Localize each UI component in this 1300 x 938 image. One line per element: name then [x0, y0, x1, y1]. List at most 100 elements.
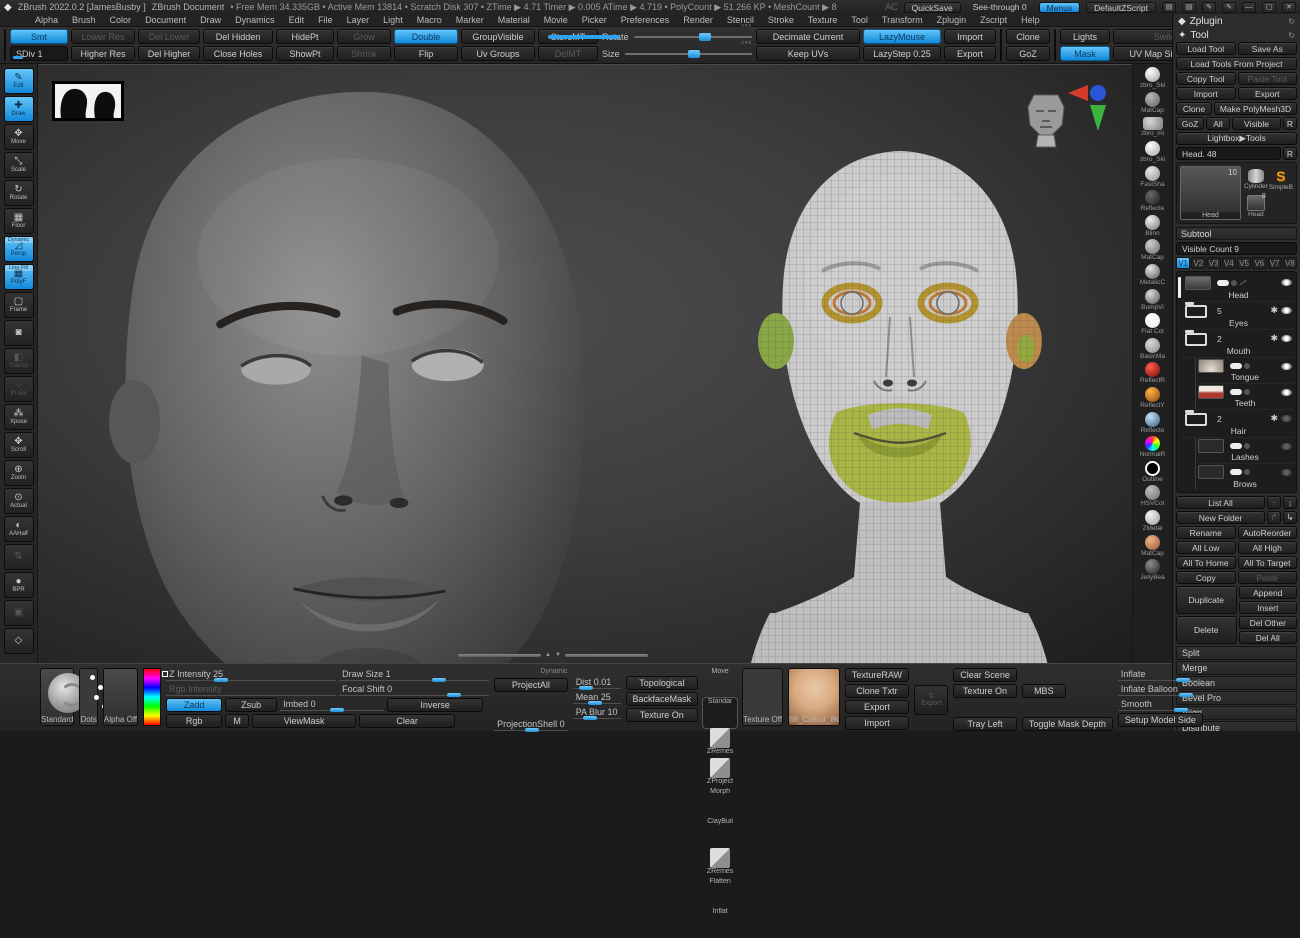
menu-render[interactable]: Render	[676, 15, 720, 25]
hidept-button[interactable]: HidePt	[276, 29, 334, 44]
window-minimize-icon[interactable]: —	[1242, 2, 1256, 13]
goz-button[interactable]: GoZ	[1176, 117, 1204, 130]
del-all-button[interactable]: Del All	[1239, 631, 1298, 644]
menu-draw[interactable]: Draw	[193, 15, 228, 25]
material-zbro-mi[interactable]: zbro_mi	[1134, 115, 1172, 140]
shelf-persp[interactable]: Dynamic◿Persp	[4, 236, 34, 262]
gear-icon[interactable]: ✱	[1270, 333, 1278, 344]
zsub-button[interactable]: Zsub	[225, 698, 277, 712]
subtool-row-lashes[interactable]: Lashes	[1195, 438, 1294, 464]
projectall-button[interactable]: ProjectAll	[494, 678, 568, 692]
material-blinn[interactable]: Blinn	[1134, 214, 1172, 239]
clone-button[interactable]: Clone	[1006, 29, 1050, 44]
menu-preferences[interactable]: Preferences	[614, 15, 677, 25]
gear-icon[interactable]: ✱	[1270, 413, 1278, 424]
r-button[interactable]: R	[1283, 117, 1297, 130]
menu-macro[interactable]: Macro	[410, 15, 449, 25]
copy-tool-button[interactable]: Copy Tool	[1176, 72, 1236, 85]
imbed-slider[interactable]: Imbed 0	[280, 698, 384, 711]
smt-button[interactable]: Smt	[10, 29, 68, 44]
axis-gizmo[interactable]	[1068, 83, 1114, 133]
material-reflecty[interactable]: ReflectY	[1134, 386, 1172, 411]
brush-move[interactable]: Move	[703, 668, 737, 698]
projection-shell-slider[interactable]: ProjectionShell 0	[494, 718, 568, 731]
lightbox-tools-button[interactable]: Lightbox▶Tools	[1176, 132, 1297, 145]
move-up-icon[interactable]: ↑	[1267, 496, 1281, 509]
setup-model-side-button[interactable]: Setup Model Side	[1118, 713, 1203, 727]
visibility-eye-icon[interactable]	[1281, 307, 1292, 314]
menu-light[interactable]: Light	[376, 15, 410, 25]
menus-button[interactable]: Menus	[1039, 2, 1081, 13]
document-preview-thumbnail[interactable]	[52, 81, 124, 121]
zapplink-button[interactable]: ZAppLink◢	[1000, 29, 1002, 61]
shelf-transp[interactable]: ◧Transp	[4, 348, 34, 374]
import-texture-button[interactable]: Import	[845, 716, 909, 730]
shelf-bpr[interactable]: ●BPR	[4, 572, 34, 598]
lazymouse-button[interactable]: LazyMouse	[863, 29, 941, 44]
del-higher-button[interactable]: Del Higher	[138, 46, 200, 61]
shelf-ptsel[interactable]: ⁘Pt Sel	[4, 376, 34, 402]
color-picker[interactable]	[143, 668, 161, 726]
menu-file[interactable]: File	[311, 15, 340, 25]
see-through-slider[interactable]: See-through 0	[967, 2, 1033, 12]
quicksave-button[interactable]: QuickSave	[904, 2, 961, 13]
new-folder-button[interactable]: New Folder	[1176, 511, 1265, 524]
material-zbro-ski[interactable]: zbro_Ski	[1134, 66, 1172, 91]
menu-dynamics[interactable]: Dynamics	[228, 15, 282, 25]
visibility-eye-icon[interactable]	[1281, 443, 1292, 450]
tool-header[interactable]: ✦ Tool ↻	[1176, 28, 1297, 42]
shelf-floor[interactable]: ▦Floor	[4, 208, 34, 234]
shrink-button[interactable]: Shrink	[337, 46, 391, 61]
load-tool-button[interactable]: Load Tool	[1176, 42, 1236, 55]
material-matcap[interactable]: MatCap	[1134, 533, 1172, 558]
visible-button[interactable]: Visible	[1232, 117, 1281, 130]
window-close-icon[interactable]: ✕	[1282, 2, 1296, 13]
make-polymesh3d-button[interactable]: Make PolyMesh3D	[1214, 102, 1297, 115]
mask-button[interactable]: Mask	[1060, 46, 1110, 61]
simplebrush-tool[interactable]: SSimpleB	[1269, 166, 1293, 193]
load-tools-from-project-button[interactable]: Load Tools From Project	[1176, 57, 1297, 70]
subtool-row-head[interactable]: Head	[1183, 274, 1294, 302]
menu-movie[interactable]: Movie	[537, 15, 575, 25]
head-r-button[interactable]: R	[1283, 147, 1297, 160]
rename-button[interactable]: Rename	[1176, 526, 1236, 539]
material-matcap[interactable]: MatCap	[1134, 238, 1172, 263]
subtool-toggle-icons[interactable]	[1230, 389, 1250, 395]
view-tab-v2[interactable]: V2	[1191, 257, 1205, 269]
m-button[interactable]: M	[225, 714, 249, 728]
size-slider[interactable]: Size≡▾z	[602, 46, 752, 61]
shelf-frame[interactable]: ▢Frame	[4, 292, 34, 318]
scroll-down-icon[interactable]: ▼	[555, 652, 561, 658]
shelf-store[interactable]: ▣	[4, 600, 34, 626]
move-down-icon[interactable]: ↓	[1283, 496, 1297, 509]
save-as-button[interactable]: Save As	[1238, 42, 1298, 55]
menu-zscript[interactable]: Zscript	[973, 15, 1014, 25]
topological-button[interactable]: Topological	[626, 676, 699, 690]
move-in-icon[interactable]: ↳	[1283, 511, 1297, 524]
subtool-row-tongue[interactable]: Tongue	[1195, 358, 1294, 384]
subtool-toggle-icons[interactable]	[1230, 363, 1250, 369]
gear-icon[interactable]: ✱	[1270, 305, 1278, 316]
lazystep-0-25-button[interactable]: LazyStep 0.25	[863, 46, 941, 61]
import-button[interactable]: Import	[944, 29, 996, 44]
menu-color[interactable]: Color	[103, 15, 139, 25]
sdiv-1-button[interactable]: SDiv 1	[10, 46, 68, 61]
subtool-folder-eyes[interactable]: 5 ✱ Eyes	[1183, 302, 1294, 330]
view-tab-v1[interactable]: V1	[1176, 257, 1190, 269]
all-low-button[interactable]: All Low	[1176, 541, 1236, 554]
brush-zproject[interactable]: ZProject	[703, 758, 737, 788]
delete-button[interactable]: Delete	[1176, 616, 1237, 644]
visibility-eye-icon[interactable]	[1281, 279, 1292, 286]
hue-bar[interactable]	[144, 669, 160, 725]
double-button[interactable]: Double	[394, 29, 458, 44]
mbs-button[interactable]: MBS	[1022, 684, 1066, 698]
subtool-row-teeth[interactable]: Teeth	[1195, 384, 1294, 410]
list-all-button[interactable]: List All	[1176, 496, 1265, 509]
divide-button[interactable]: Divide	[4, 29, 6, 61]
all-to-home-button[interactable]: All To Home	[1176, 556, 1236, 569]
duplicate-button[interactable]: Duplicate	[1176, 586, 1237, 614]
all-button[interactable]: All	[1206, 117, 1230, 130]
paste-tool-button[interactable]: Paste Tool	[1238, 72, 1298, 85]
texture-on-button-2[interactable]: Texture On	[953, 684, 1017, 698]
menu-stroke[interactable]: Stroke	[761, 15, 801, 25]
